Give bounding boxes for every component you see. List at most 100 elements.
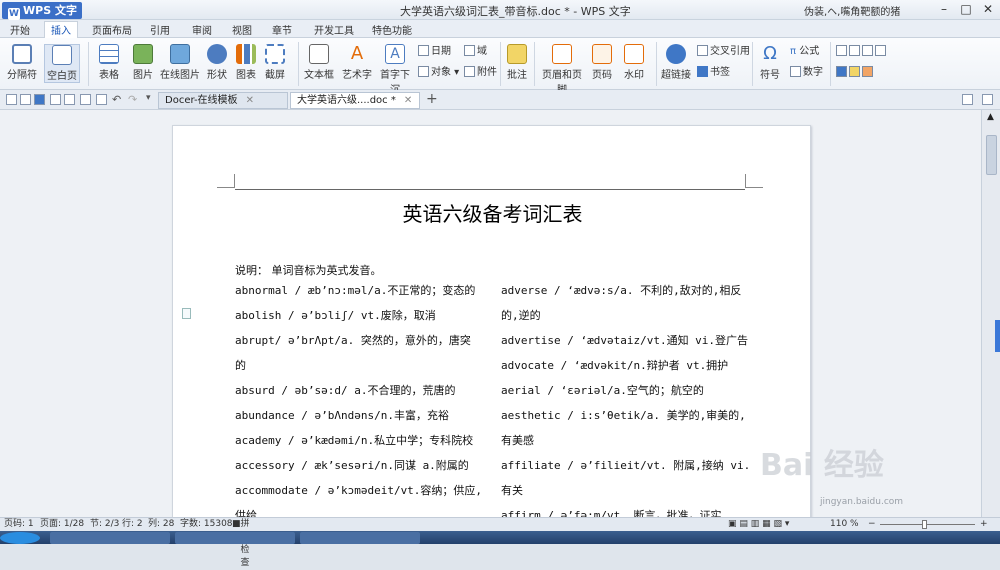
print-preview-icon[interactable] [80, 94, 91, 105]
close-icon[interactable]: ✕ [978, 1, 998, 18]
paragraph-marker-icon[interactable] [182, 308, 191, 319]
new-icon[interactable] [6, 94, 17, 105]
ribbon-extra-icons-2[interactable] [836, 65, 875, 81]
status-words[interactable]: 字数: 15308 [180, 518, 233, 531]
vocab-right-line: 的,逆的 [501, 309, 541, 322]
vocab-left-line: abrupt/ ə’brΛpt/a. 突然的，意外的，唐突 [235, 334, 471, 347]
view-mode-icons[interactable]: ▣ ▤ ▥ ▦ ▧ ▾ [728, 518, 789, 531]
wps-menu-button[interactable]: WWPS 文字 ▾ [2, 2, 82, 35]
wordart-button[interactable]: A 艺术字 [340, 43, 374, 82]
taskbar-item[interactable] [300, 532, 420, 544]
zoom-slider[interactable] [880, 524, 975, 525]
online-picture-button[interactable]: 在线图片 [160, 44, 200, 81]
status-section[interactable]: 节: 2/3 [90, 518, 119, 531]
save-icon[interactable] [34, 94, 45, 105]
windows-taskbar [0, 531, 1000, 544]
open-icon[interactable] [20, 94, 31, 105]
print-icon[interactable] [64, 94, 75, 105]
taskbar-item[interactable] [50, 532, 170, 544]
quick-access-dropdown-icon[interactable]: ▾ [146, 93, 151, 103]
ribbon-extra-icons[interactable] [836, 44, 888, 60]
vocab-left-line: 的 [235, 359, 246, 372]
field-button[interactable]: 域 [464, 44, 487, 60]
vocab-left-line: accessory / æk’sesəri/n.同谋 a.附属的 [235, 459, 469, 472]
date-button[interactable]: 日期 [418, 44, 451, 60]
table-button[interactable]: 表格 [94, 44, 124, 81]
vocab-left-line: 供给 [235, 509, 257, 517]
formula-button[interactable]: π 公式 [790, 44, 819, 60]
format-painter-icon[interactable] [96, 94, 107, 105]
tab-chapter[interactable]: 章节 [266, 22, 298, 37]
restore-doc-icon[interactable] [962, 94, 973, 105]
redo-icon[interactable]: ↷ [128, 93, 137, 106]
menu-bar: 开始 插入 页面布局 引用 审阅 视图 章节 开发工具 特色功能 [0, 20, 1000, 38]
taskbar-item[interactable] [175, 532, 295, 544]
zoom-in-icon[interactable]: + [980, 518, 988, 531]
scroll-up-icon[interactable]: ▲ [987, 112, 994, 122]
vocab-right-line: affirm / ə’fə:m/vt. 断言，批准，证实 [501, 509, 722, 517]
intro-line: 说明： 单词音标为英式发音。 [235, 264, 382, 277]
number-button[interactable]: 数字 [790, 65, 823, 81]
side-panel-handle[interactable] [995, 320, 1000, 352]
zoom-out-icon[interactable]: − [868, 518, 876, 531]
bookmark-button[interactable]: 书签 [697, 65, 730, 81]
tab-features[interactable]: 特色功能 [366, 22, 418, 37]
quick-access-bar: ↶ ↷ ▾ Docer-在线模板 ✕ 大学英语六级....doc * ✕ + [0, 90, 1000, 110]
tab-references[interactable]: 引用 [144, 22, 176, 37]
status-row[interactable]: 行: 2 [122, 518, 143, 531]
vocab-right-line: advocate / ‘ædvəkit/n.辩护者 vt.拥护 [501, 359, 729, 372]
tab-home[interactable]: 开始 [4, 22, 36, 37]
new-tab-icon[interactable]: + [426, 91, 438, 107]
close-tab-icon[interactable]: ✕ [404, 95, 412, 106]
tab-docer[interactable]: Docer-在线模板 ✕ [158, 92, 288, 109]
minimize-icon[interactable]: – [934, 1, 954, 18]
dropcap-button[interactable]: A首字下沉 [376, 44, 414, 96]
close-tab-icon[interactable]: ✕ [246, 95, 254, 106]
document-page[interactable]: 英语六级备考词汇表 说明： 单词音标为英式发音。 abnormal / æb’n… [172, 125, 811, 517]
picture-button[interactable]: 图片 [128, 44, 158, 81]
textbox-button[interactable]: 文本框 [302, 44, 336, 81]
tab-view[interactable]: 视图 [226, 22, 258, 37]
maximize-icon[interactable]: □ [956, 1, 976, 18]
page-break-button[interactable]: 分隔符 [4, 44, 40, 81]
ribbon-insert: 分隔符 空白页 表格 图片 在线图片 形状 图表 截屏 文本框 A 艺术字 A 首字… [0, 38, 1000, 96]
status-page[interactable]: 页码: 1 [4, 518, 34, 531]
zoom-level[interactable]: 110 % [830, 518, 859, 531]
header-footer-button[interactable]: 页眉和页脚 [538, 44, 586, 96]
object-button[interactable]: 对象 ▾ [418, 65, 459, 81]
chart-button[interactable]: 图表 [234, 44, 258, 81]
vocab-left-line: academy / ə’kædəmi/n.私立中学；专科院校 [235, 434, 474, 447]
export-pdf-icon[interactable] [50, 94, 61, 105]
tab-insert[interactable]: 插入 [44, 21, 78, 38]
undo-icon[interactable]: ↶ [112, 93, 121, 106]
start-button-icon[interactable] [0, 532, 40, 544]
user-name[interactable]: 伪装,ヘ,嘴角靶额的猪 [804, 3, 900, 18]
shape-button[interactable]: 形状 [202, 44, 232, 81]
status-pages[interactable]: 页面: 1/28 [40, 518, 84, 531]
tab-review[interactable]: 审阅 [186, 22, 218, 37]
scroll-thumb[interactable] [986, 135, 997, 175]
attachment-button[interactable]: 附件 [464, 65, 497, 81]
tab-document[interactable]: 大学英语六级....doc * ✕ [290, 92, 420, 109]
header-line [235, 189, 745, 190]
zoom-slider-thumb[interactable] [922, 520, 927, 529]
screenshot-button[interactable]: 截屏 [260, 44, 290, 81]
wordart-icon: A [350, 43, 364, 64]
watermark-button[interactable]: 水印 [620, 44, 648, 81]
page-number-button[interactable]: 页码 [588, 44, 616, 81]
tab-devtools[interactable]: 开发工具 [308, 22, 360, 37]
vocab-left-line: absurd / əb’sə:d/ a.不合理的，荒唐的 [235, 384, 456, 397]
spell-check-toggle[interactable]: ■ 拼写检查 [232, 518, 250, 568]
close-doc-icon[interactable] [982, 94, 993, 105]
vocab-right-line: 有关 [501, 484, 523, 497]
comment-button[interactable]: 批注 [504, 44, 530, 81]
cross-reference-button[interactable]: 交叉引用 [697, 44, 750, 60]
blank-page-button[interactable]: 空白页 [44, 44, 80, 83]
status-col[interactable]: 列: 28 [148, 518, 174, 531]
vertical-scrollbar[interactable]: ▲ [981, 110, 1000, 517]
hyperlink-button[interactable]: 超链接 [660, 44, 692, 81]
vocab-left-line: abnormal / æb’nɔ:məl/a.不正常的；变态的 [235, 284, 476, 297]
symbol-button[interactable]: Ω 符号 [756, 44, 784, 82]
vocab-right-line: 有美感 [501, 434, 534, 447]
tab-layout[interactable]: 页面布局 [86, 22, 138, 37]
